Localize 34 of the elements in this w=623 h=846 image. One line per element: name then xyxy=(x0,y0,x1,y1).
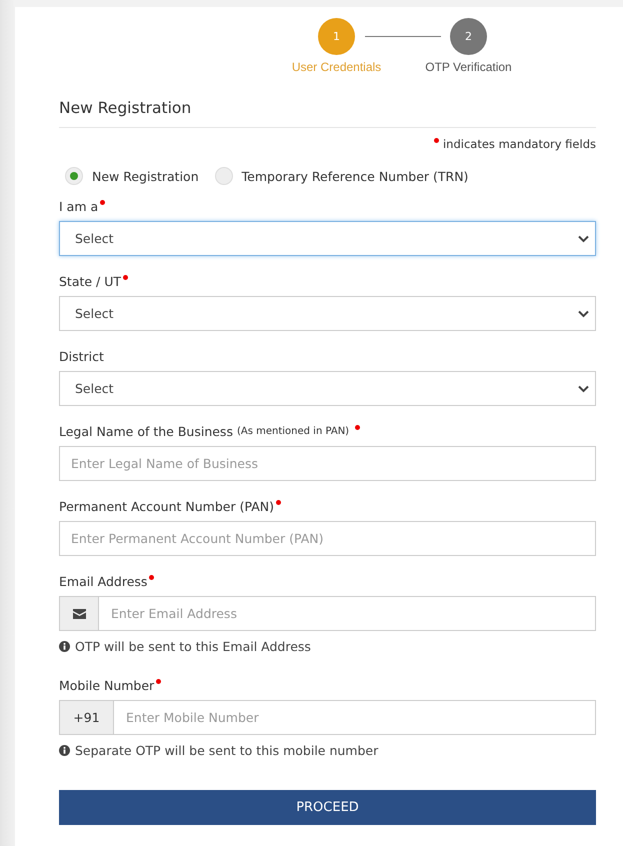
step-label: OTP Verification xyxy=(425,60,512,74)
field-label: Email Address xyxy=(59,574,148,589)
required-dot xyxy=(434,138,439,143)
radio-option[interactable]: New Registration xyxy=(65,167,199,185)
chevron-down-icon xyxy=(578,310,589,318)
step-circle: 1 xyxy=(318,18,355,55)
radio-option[interactable]: Temporary Reference Number (TRN) xyxy=(214,167,468,185)
step-label: User Credentials xyxy=(292,60,382,74)
select-field[interactable]: Select xyxy=(59,221,596,256)
field-label: I am a xyxy=(59,199,98,214)
proceed-button[interactable]: PROCEED xyxy=(59,790,596,825)
country-code: +91 xyxy=(59,700,113,735)
chevron-down-icon xyxy=(578,384,589,392)
step-circle: 2 xyxy=(450,18,487,55)
field-label: District xyxy=(59,349,104,364)
field-label: State / UT xyxy=(59,274,122,289)
field-label: Permanent Account Number (PAN) xyxy=(59,499,274,514)
info-icon xyxy=(59,641,70,652)
field-label: Mobile Number xyxy=(59,678,154,693)
hint-text: OTP will be sent to this Email Address xyxy=(75,639,311,654)
chevron-down-icon xyxy=(578,234,589,242)
mobile-field[interactable]: Enter Mobile Number xyxy=(113,700,596,735)
select-field[interactable]: Select xyxy=(59,296,596,331)
hint-text: Separate OTP will be sent to this mobile number xyxy=(75,743,378,758)
form-title: New Registration xyxy=(59,81,596,128)
envelope-icon xyxy=(72,608,86,618)
info-icon xyxy=(59,745,70,756)
select-field[interactable]: Select xyxy=(59,371,596,406)
field-note: (As mentioned in PAN) xyxy=(236,426,350,437)
mandatory-note: indicates mandatory fields xyxy=(442,137,596,151)
input-field[interactable]: Enter Legal Name of Business xyxy=(59,446,596,481)
email-field[interactable]: Enter Email Address xyxy=(98,596,596,631)
input-field[interactable]: Enter Permanent Account Number (PAN) xyxy=(59,521,596,556)
field-label: Legal Name of the Business xyxy=(59,424,233,439)
